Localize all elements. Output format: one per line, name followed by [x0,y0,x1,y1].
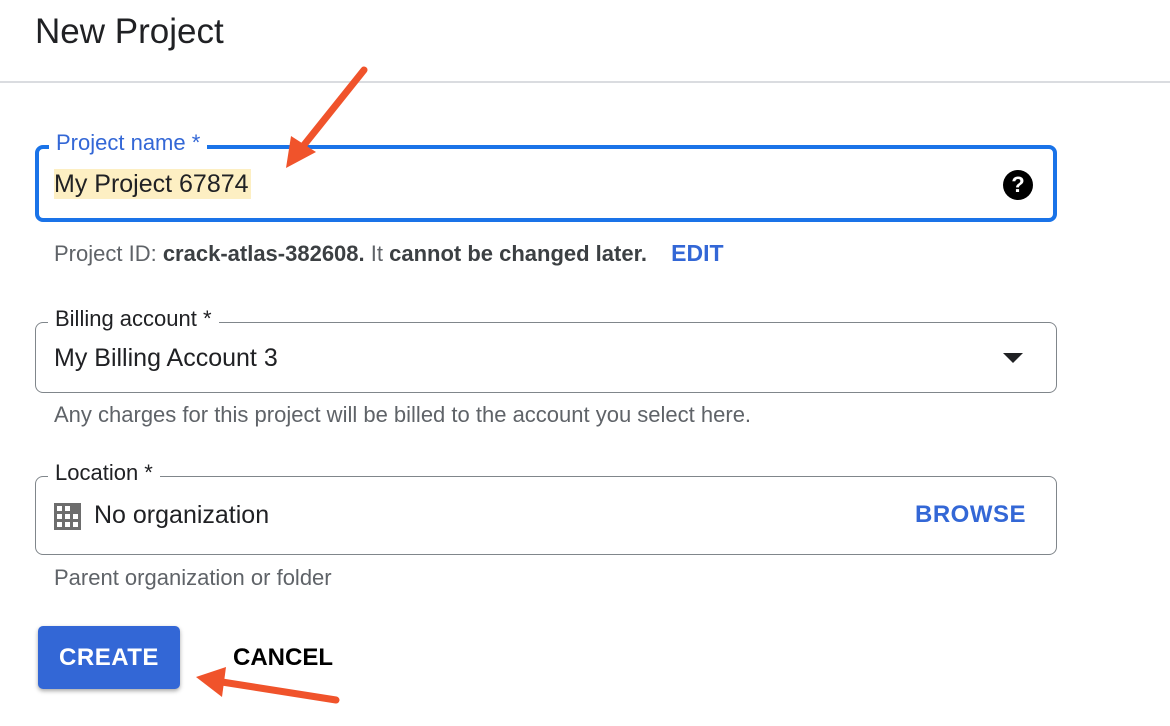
location-hint: Parent organization or folder [54,565,332,590]
page-title: New Project [35,12,224,51]
billing-account-select[interactable]: Billing account * My Billing Account 3 [35,306,1057,393]
browse-button[interactable]: BROWSE [915,501,1026,529]
project-id-warning: cannot be changed later. [389,241,648,266]
location-label: Location * [48,460,160,486]
project-name-label: Project name * [49,130,208,156]
billing-hint: Any charges for this project will be bil… [54,402,752,427]
project-id-middle: It [364,241,390,266]
project-id-prefix: Project ID: [54,241,163,266]
project-id-info: Project ID: crack-atlas-382608. It canno… [54,240,724,267]
cancel-button[interactable]: CANCEL [218,626,348,689]
location-field[interactable]: Location * No organization BROWSE [35,460,1057,555]
new-project-page: New Project Project name * My Project 67… [0,0,1170,726]
help-circle-icon[interactable]: ? [1003,170,1033,200]
location-value: No organization [94,501,270,529]
project-name-field[interactable]: Project name * My Project 67874 ? [35,130,1057,222]
project-id-value: crack-atlas-382608. [162,241,365,266]
billing-account-label: Billing account * [48,306,219,332]
create-button[interactable]: CREATE [38,626,180,689]
project-name-input[interactable]: My Project 67874 [54,169,251,199]
dropdown-arrow-icon[interactable] [1003,353,1023,363]
billing-account-value[interactable]: My Billing Account 3 [54,343,278,373]
building-icon [54,503,81,530]
header-divider [0,81,1170,83]
edit-project-id-button[interactable]: EDIT [671,240,723,266]
